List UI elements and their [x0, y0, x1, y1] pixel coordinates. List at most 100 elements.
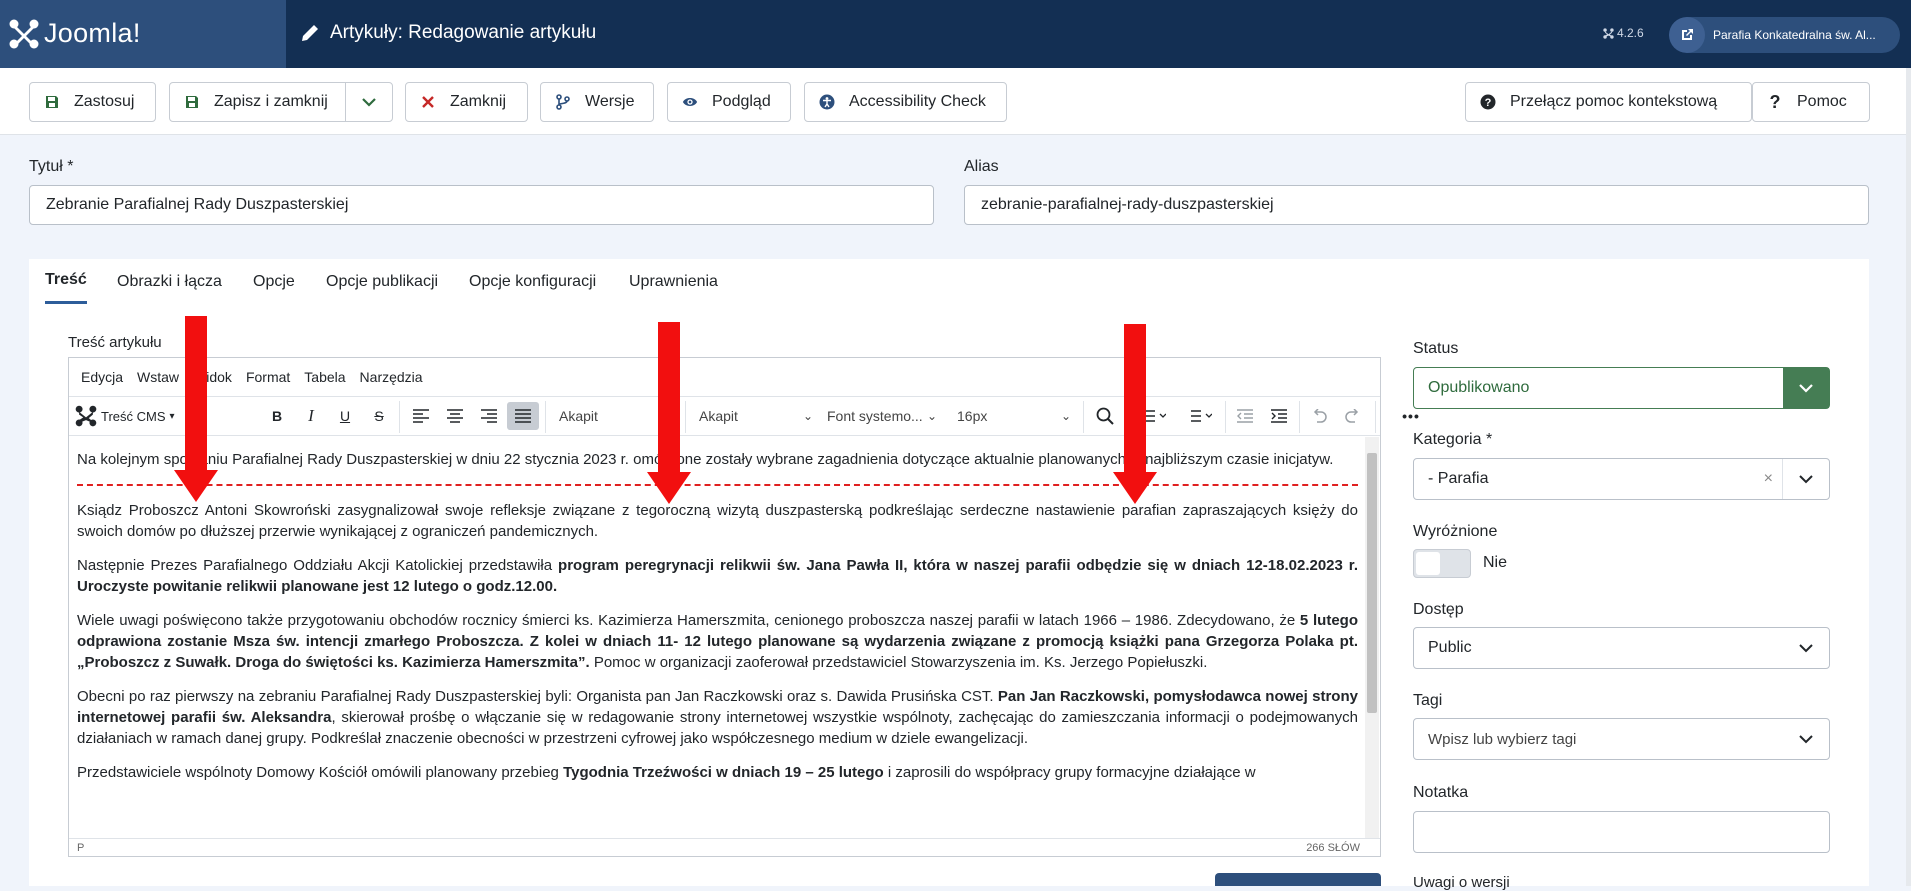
- access-label: Dostęp: [1413, 601, 1464, 618]
- chevron-down-icon: ⌄: [1060, 409, 1071, 423]
- menu-table[interactable]: Tabela: [304, 369, 345, 385]
- menu-edit[interactable]: Edycja: [81, 369, 123, 385]
- close-button[interactable]: Zamknij: [405, 82, 528, 122]
- paragraph-3: Następnie Prezes Parafialnego Oddziału A…: [77, 555, 1358, 597]
- accessibility-label: Accessibility Check: [849, 93, 986, 110]
- svg-text:?: ?: [1485, 97, 1492, 109]
- bold-button[interactable]: B: [265, 402, 289, 430]
- note-input[interactable]: [1413, 811, 1830, 853]
- view-site-button[interactable]: Parafia Konkatedralna św. Al...: [1669, 17, 1900, 53]
- tab-options[interactable]: Opcje: [253, 259, 295, 304]
- tinymce-editor: Edycja Wstaw Widok Format Tabela Narzędz…: [68, 357, 1419, 857]
- align-right-button[interactable]: [475, 402, 503, 430]
- cms-content-button[interactable]: Treść CMS ▾: [75, 402, 195, 430]
- preview-button[interactable]: Podgląd: [667, 82, 791, 122]
- chevron-down-icon: ⌄: [926, 409, 937, 423]
- scrollbar-thumb[interactable]: [1367, 453, 1377, 713]
- word-count: 266 SŁÓW: [1306, 841, 1360, 854]
- save-icon: [184, 94, 200, 110]
- version-text: 4.2.6: [1617, 26, 1644, 40]
- text-run: i zaprosili do współpracy grupy formacyj…: [883, 764, 1256, 781]
- align-center-button[interactable]: [441, 402, 469, 430]
- undo-button[interactable]: [1305, 402, 1333, 430]
- save-close-label: Zapisz i zamknij: [214, 93, 328, 110]
- outdent-icon: [1237, 409, 1253, 423]
- strikethrough-button[interactable]: S: [367, 402, 391, 430]
- tab-content[interactable]: Treść: [45, 259, 87, 304]
- save-icon: [44, 94, 60, 110]
- alias-input[interactable]: zebranie-parafialnej-rady-duszpasterskie…: [964, 185, 1869, 225]
- tab-images-links[interactable]: Obrazki i łącza: [117, 259, 222, 304]
- universal-access-icon: [819, 94, 835, 110]
- text-run: Przedstawiciele wspólnoty Domowy Kościół…: [77, 764, 564, 781]
- question-icon: ?: [1769, 91, 1781, 112]
- menu-tools[interactable]: Narzędzia: [360, 369, 423, 385]
- tags-input[interactable]: Wpisz lub wybierz tagi: [1413, 718, 1830, 760]
- page-scrollbar[interactable]: [1906, 68, 1911, 886]
- page-title: Artykuły: Redagowanie artykułu: [300, 22, 596, 44]
- top-header: Joomla! Artykuły: Redagowanie artykułu 4…: [0, 0, 1911, 68]
- article-tabs: Treść Obrazki i łącza Opcje Opcje publik…: [29, 259, 1869, 305]
- status-select[interactable]: Opublikowano: [1413, 367, 1830, 409]
- category-select[interactable]: - Parafia ×: [1413, 458, 1830, 500]
- tab-permissions[interactable]: Uprawnienia: [629, 259, 718, 304]
- font-size-select[interactable]: 16px ⌄: [951, 402, 1079, 430]
- question-circle-icon: ?: [1480, 94, 1496, 110]
- save-options-dropdown[interactable]: [345, 83, 392, 121]
- featured-toggle[interactable]: [1413, 549, 1471, 578]
- menu-insert[interactable]: Wstaw: [137, 369, 179, 385]
- align-justify-icon: [515, 409, 531, 423]
- element-path[interactable]: P: [77, 842, 84, 854]
- align-left-icon: [413, 409, 429, 423]
- category-value: - Parafia: [1428, 470, 1489, 487]
- separator: [1225, 401, 1226, 433]
- versions-button[interactable]: Wersje: [540, 82, 654, 122]
- chevron-down-icon: [1783, 719, 1829, 759]
- align-right-icon: [481, 409, 497, 423]
- editor-toggle-button[interactable]: [1215, 873, 1381, 886]
- menu-format[interactable]: Format: [246, 369, 290, 385]
- alias-label: Alias: [964, 158, 999, 175]
- tab-publishing[interactable]: Opcje publikacji: [326, 259, 438, 304]
- separator: [685, 401, 686, 433]
- redo-icon: [1345, 409, 1359, 423]
- paragraph-2: Ksiądz Proboszcz Antoni Skowroński zasyg…: [77, 502, 1358, 540]
- separator: [545, 401, 546, 433]
- title-input[interactable]: Zebranie Parafialnej Rady Duszpasterskie…: [29, 185, 934, 225]
- outdent-button[interactable]: [1231, 402, 1259, 430]
- access-select[interactable]: Public: [1413, 627, 1830, 669]
- italic-button[interactable]: I: [299, 402, 323, 430]
- clear-icon[interactable]: ×: [1764, 470, 1773, 488]
- brand-area[interactable]: Joomla!: [0, 0, 286, 68]
- apply-button[interactable]: Zastosuj: [29, 82, 156, 122]
- accessibility-check-button[interactable]: Accessibility Check: [804, 82, 1007, 122]
- search-icon: [1096, 407, 1114, 425]
- align-left-button[interactable]: [407, 402, 435, 430]
- editor-toolbar: Treść CMS ▾ B I U S Akapit ⌄ Akapit ⌄ Fo…: [69, 396, 1380, 436]
- save-close-button[interactable]: Zapisz i zamknij: [169, 82, 393, 122]
- indent-button[interactable]: [1265, 402, 1293, 430]
- font-family-select[interactable]: Font systemo... ⌄: [821, 402, 945, 430]
- underline-button[interactable]: U: [333, 402, 357, 430]
- justify-button[interactable]: [507, 402, 539, 430]
- text-run: Pomoc w organizacji zaoferował przedstaw…: [589, 654, 1208, 671]
- editor-content-area[interactable]: Na kolejnym spotkaniu Parafialnej Rady D…: [69, 437, 1366, 839]
- toggle-help-label: Przełącz pomoc kontekstową: [1510, 93, 1718, 110]
- editor-scrollbar[interactable]: [1365, 437, 1379, 839]
- help-button[interactable]: ? Pomoc: [1752, 82, 1870, 122]
- toggle-help-button[interactable]: ? Przełącz pomoc kontekstową: [1465, 82, 1752, 122]
- title-label: Tytuł *: [29, 158, 74, 175]
- search-replace-button[interactable]: [1091, 402, 1119, 430]
- numbered-list-button[interactable]: [1179, 402, 1219, 430]
- redo-button[interactable]: [1339, 402, 1367, 430]
- tab-configure[interactable]: Opcje konfiguracji: [469, 259, 596, 304]
- indent-icon: [1271, 409, 1287, 423]
- ellipsis-icon: •••: [1402, 408, 1420, 424]
- version-note-label: Uwagi o wersji: [1413, 874, 1510, 891]
- styles-select[interactable]: Akapit ⌄: [691, 402, 821, 430]
- chevron-down-icon: [1782, 459, 1829, 499]
- preview-label: Podgląd: [712, 93, 771, 110]
- block-format-value: Akapit: [559, 408, 598, 424]
- chevron-down-icon: ⌄: [802, 409, 813, 423]
- joomla-small-icon: [1603, 27, 1614, 39]
